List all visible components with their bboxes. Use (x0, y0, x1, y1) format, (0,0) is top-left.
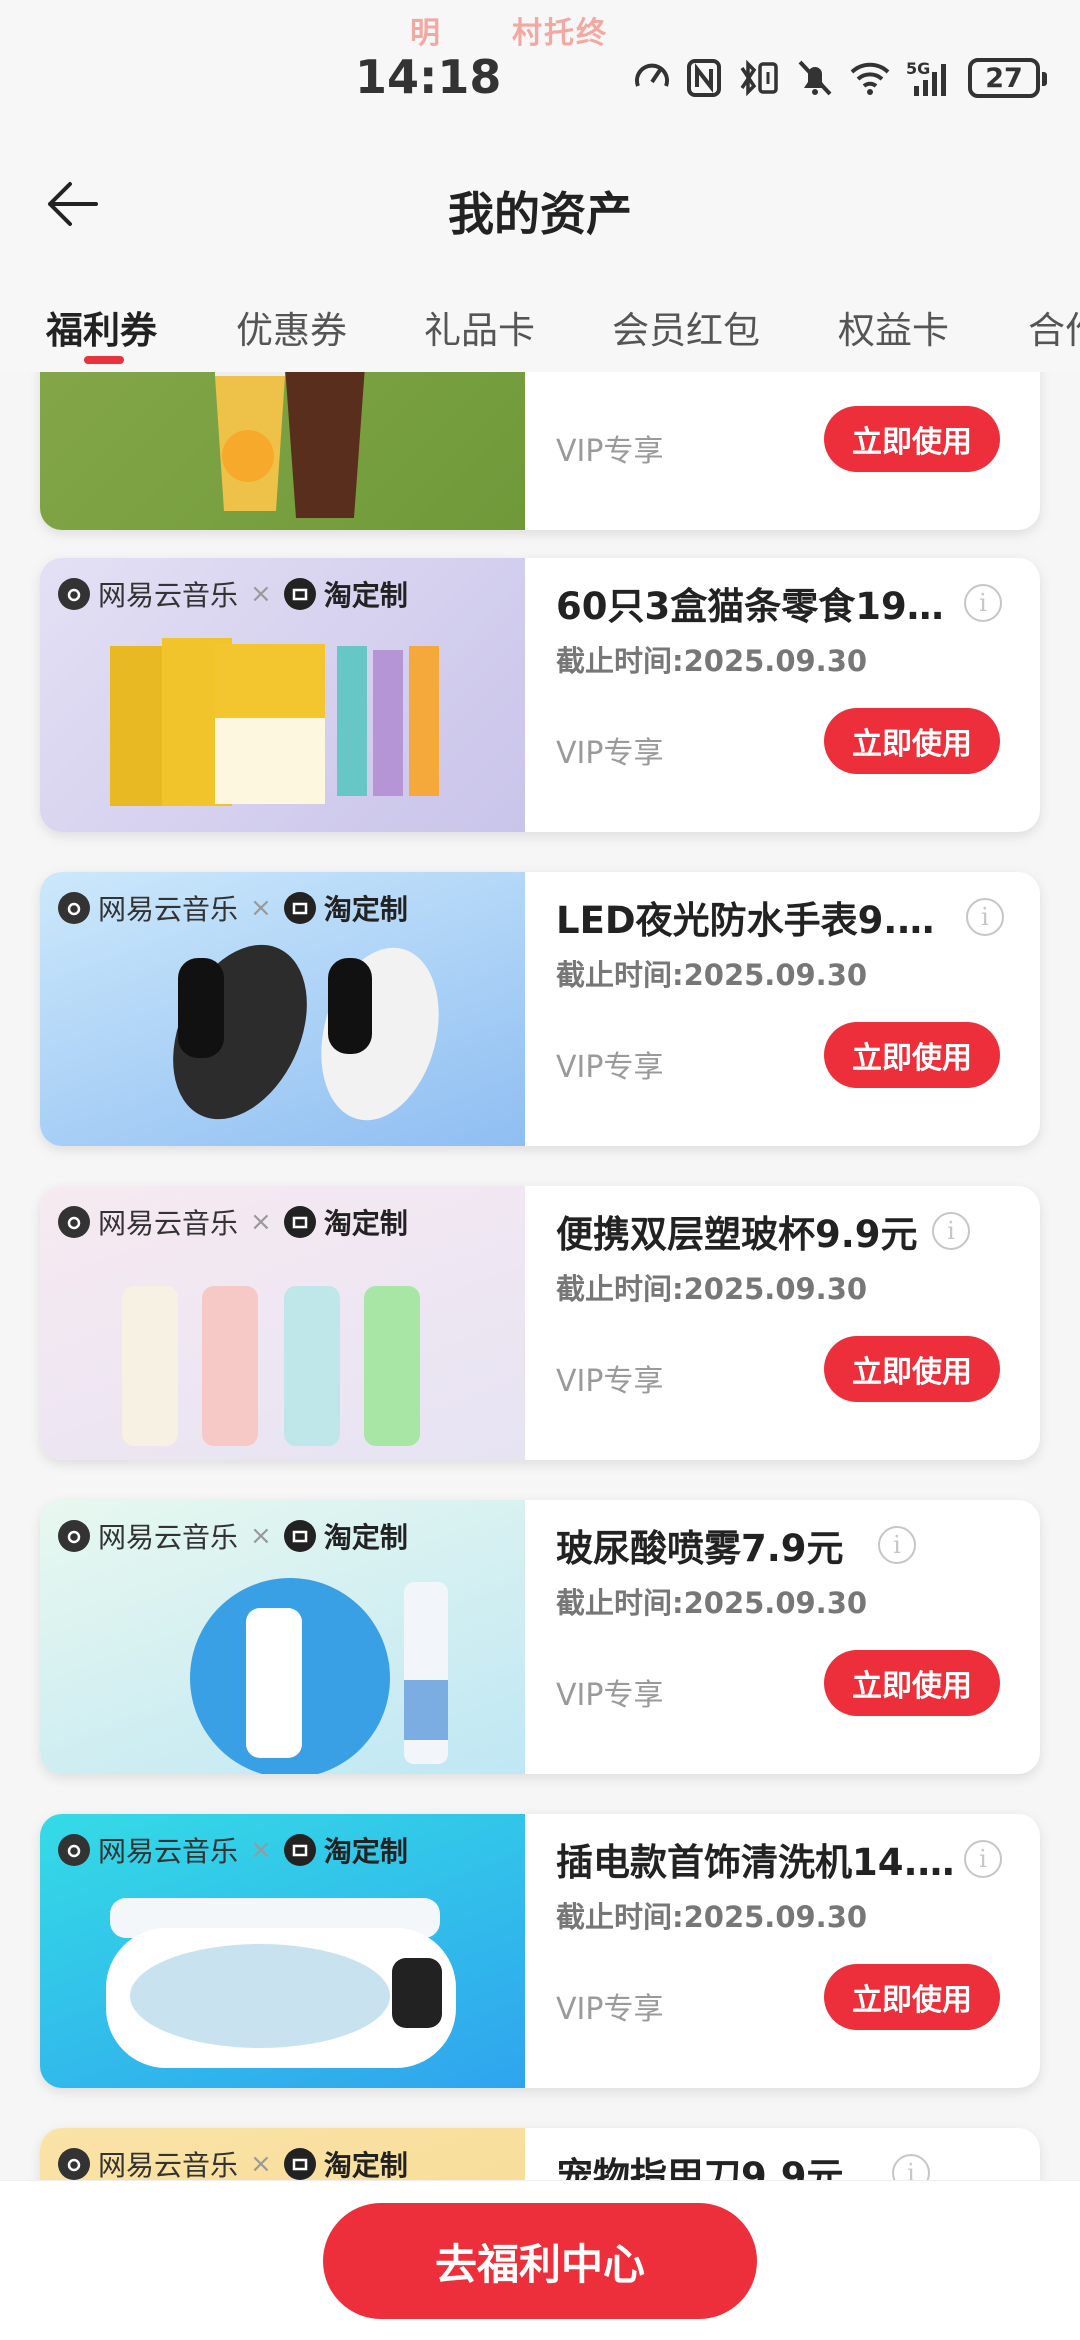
info-icon[interactable]: i (878, 1526, 916, 1564)
product-image-led-watch: 网易云音乐 × 淘定制 (40, 872, 525, 1146)
notification-ticker: 明 村托终 (410, 8, 678, 52)
coupon-card: 网易云音乐 × 淘定制 60只3盒猫条零食19.9元 i 截止时间:2025.0… (40, 558, 1040, 832)
go-welfare-center-button[interactable]: 去福利中心 (323, 2203, 757, 2319)
tab-member-red-packets[interactable]: 会员红包 (612, 300, 760, 354)
coupon-card: 网易云音乐 × 淘定制 宠物指甲刀9.9元 i (40, 2128, 1040, 2180)
coupon-card: 网易云音乐 × 淘定制 插电款首饰清洗机14.9元 i 截止时间:2025.09… (40, 1814, 1040, 2088)
use-now-button[interactable]: 立即使用 (824, 1964, 1000, 2030)
coupon-card: VIP专享 立即使用 (40, 372, 1040, 530)
coupon-title: LED夜光防水手表9.9元 (556, 899, 956, 942)
battery-icon: 27 (968, 58, 1047, 98)
info-icon[interactable]: i (964, 584, 1002, 622)
coupon-card: 网易云音乐 × 淘定制 玻尿酸喷雾7.9元 i 截止时间:2025.09.30 … (40, 1500, 1040, 1774)
info-icon[interactable]: i (932, 1212, 970, 1250)
taodingzhi-logo-icon (283, 2148, 316, 2180)
notification-text-right: 村托终 (512, 16, 608, 51)
speedometer-icon (635, 63, 669, 87)
brand-taodingzhi: 淘定制 (323, 2149, 408, 2180)
deadline-text: 截止时间:2025.09.30 (556, 644, 868, 678)
mute-bell-icon (798, 60, 832, 96)
product-image-pet-nail-clipper: 网易云音乐 × 淘定制 (40, 2128, 525, 2180)
clock: 14:18 (355, 50, 502, 104)
netease-music-logo-icon (58, 2148, 90, 2180)
deadline-text: 截止时间:2025.09.30 (556, 1586, 868, 1620)
coupon-card: 网易云音乐 × 淘定制 LED夜光防水手表9.9元 i 截止时间:2025.09… (40, 872, 1040, 1146)
coupon-title: 便携双层塑玻杯9.9元 (556, 1213, 918, 1256)
product-image-cleaner: 网易云音乐 × 淘定制 (40, 1814, 525, 2088)
vip-label: VIP专享 (556, 1678, 664, 1713)
use-now-button[interactable]: 立即使用 (824, 708, 1000, 774)
cleaner-illustration (106, 1898, 456, 2068)
bottom-bar: 去福利中心 (0, 2180, 1080, 2340)
status-bar: 明 村托终 14:18 5G 27 (0, 0, 1080, 130)
notification-text-left: 明 (410, 16, 442, 51)
brand-times: × (250, 2149, 272, 2179)
vip-label: VIP专享 (556, 1364, 664, 1399)
product-image-cups: 网易云音乐 × 淘定制 (40, 1186, 525, 1460)
deadline-text: 截止时间:2025.09.30 (556, 1900, 868, 1934)
vip-label: VIP专享 (556, 1992, 664, 2027)
product-image-cat-snacks: 网易云音乐 × 淘定制 (40, 558, 525, 832)
drinks-illustration (215, 372, 365, 518)
tab-bar: 福利券 优惠券 礼品卡 会员红包 权益卡 合作 (0, 280, 1080, 372)
wifi-icon (850, 62, 890, 95)
use-now-button[interactable]: 立即使用 (824, 1650, 1000, 1716)
brand-row: 网易云音乐 × 淘定制 (58, 2144, 408, 2180)
info-icon[interactable]: i (964, 1840, 1002, 1878)
vip-label: VIP专享 (556, 434, 664, 469)
use-now-button[interactable]: 立即使用 (824, 1336, 1000, 1402)
cat-snacks-illustration (110, 638, 439, 806)
coupon-title: 插电款首饰清洗机14.9元 (556, 1841, 956, 1884)
page-title: 我的资产 (448, 187, 632, 241)
deadline-text: 截止时间:2025.09.30 (556, 958, 868, 992)
info-icon[interactable]: i (966, 898, 1004, 936)
header: 我的资产 (0, 130, 1080, 280)
tab-discount-coupons[interactable]: 优惠券 (236, 300, 347, 354)
coupon-list[interactable]: VIP专享 立即使用 网易云音乐 × 淘定制 60只3盒猫条零食19.9元 i … (0, 372, 1080, 2180)
product-image-drinks (40, 372, 525, 530)
coupon-title: 60只3盒猫条零食19.9元 (556, 585, 956, 628)
active-tab-indicator (84, 356, 124, 364)
tab-benefit-cards[interactable]: 权益卡 (838, 300, 949, 354)
tab-welfare-coupons[interactable]: 福利券 (46, 300, 157, 354)
tab-gift-cards[interactable]: 礼品卡 (424, 300, 535, 354)
cups-illustration (122, 1286, 420, 1446)
vip-label: VIP专享 (556, 736, 664, 771)
use-now-button[interactable]: 立即使用 (824, 1022, 1000, 1088)
brand-netease: 网易云音乐 (98, 2149, 239, 2180)
nfc-icon (687, 59, 721, 97)
status-icons: 5G 27 (632, 56, 1047, 100)
spray-illustration (190, 1578, 448, 1774)
deadline-text: 截止时间:2025.09.30 (556, 1272, 868, 1306)
signal-5g-icon: 5G (906, 59, 946, 96)
bluetooth-vibrate-icon (740, 59, 778, 97)
tab-partner[interactable]: 合作 (1028, 300, 1080, 354)
vip-label: VIP专享 (556, 1050, 664, 1085)
product-image-spray: 网易云音乐 × 淘定制 (40, 1500, 525, 1774)
svg-text:5G: 5G (906, 59, 930, 78)
coupon-card: 网易云音乐 × 淘定制 便携双层塑玻杯9.9元 i 截止时间:2025.09.3… (40, 1186, 1040, 1460)
led-watch-illustration (173, 944, 439, 1121)
use-now-button[interactable]: 立即使用 (824, 406, 1000, 472)
